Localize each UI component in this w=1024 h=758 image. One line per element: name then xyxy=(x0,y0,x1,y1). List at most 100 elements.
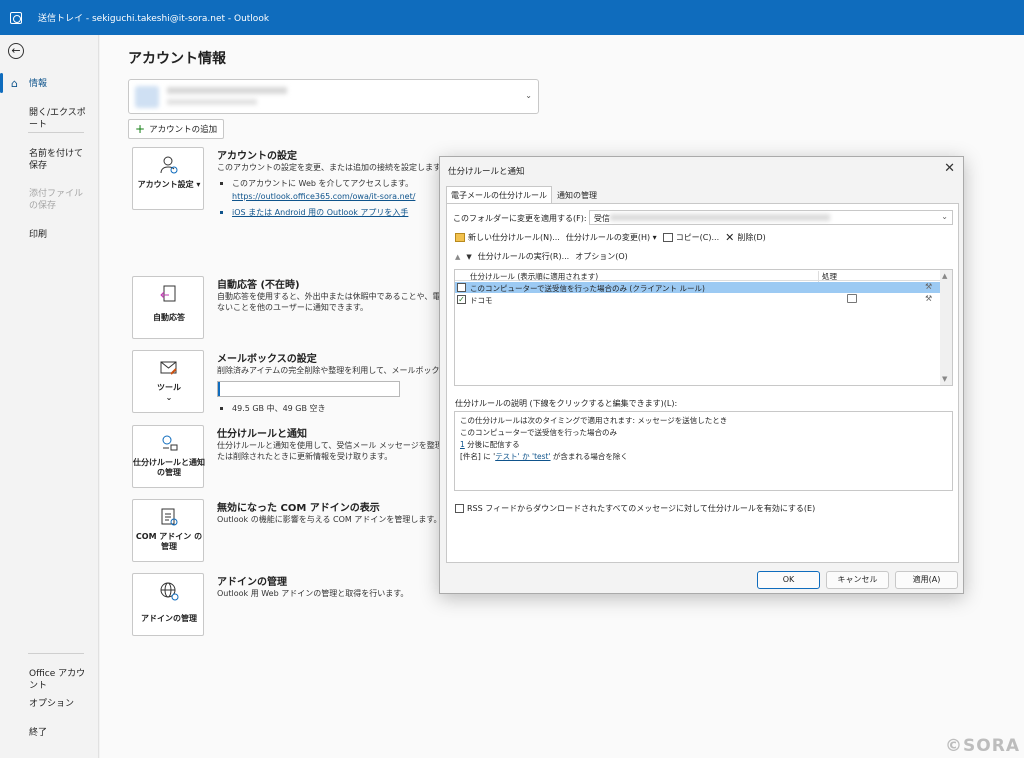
storage-bullet: 49.5 GB 中、49 GB 空き xyxy=(220,403,326,414)
rule-row[interactable]: このコンピューターで送受信を行った場合のみ (クライアント ルール) ⚒ xyxy=(455,282,941,293)
folder-select[interactable]: 受信 ⌄ xyxy=(589,210,953,225)
rss-checkbox[interactable] xyxy=(455,504,464,513)
rules-title: 仕分けルールと通知 xyxy=(217,429,307,440)
description-line: 1 分後に配信する xyxy=(460,440,520,449)
nav-open-export[interactable]: 開く/エクスポート xyxy=(29,107,91,131)
nav-divider xyxy=(28,132,84,133)
outlook-icon xyxy=(10,11,22,24)
copy-rule-button[interactable]: コピー(C)... xyxy=(662,232,719,243)
tools-tile-label: ツール ⌄ xyxy=(157,383,181,402)
nav-options[interactable]: オプション xyxy=(29,698,91,710)
owa-link[interactable]: https://outlook.office365.com/owa/it-sor… xyxy=(232,192,415,201)
delete-rule-button[interactable]: ✕ 削除(D) xyxy=(725,231,766,244)
apply-button[interactable]: 適用(A) xyxy=(895,571,958,589)
com-addins-title: 無効になった COM アドインの表示 xyxy=(217,503,380,514)
tab-email-rules[interactable]: 電子メールの仕分けルール xyxy=(446,186,552,203)
folder-label: このフォルダーに変更を適用する(F): xyxy=(453,214,587,223)
cancel-button[interactable]: キャンセル xyxy=(826,571,889,589)
run-rules-button[interactable]: 仕分けルールの実行(R)... xyxy=(478,251,569,262)
manage-addins-button[interactable]: アドインの管理 xyxy=(132,573,204,636)
new-rule-button[interactable]: 新しい仕分けルール(N)... xyxy=(455,232,560,243)
storage-bar-fill xyxy=(218,382,220,396)
move-up-icon[interactable]: ▲ xyxy=(455,253,460,261)
addins-desc: Outlook 用 Web アドインの管理と取得を行います。 xyxy=(217,589,409,598)
rule-row[interactable]: ✓ ドコモ ⚒ xyxy=(455,294,941,305)
ok-button[interactable]: OK xyxy=(757,571,820,589)
rules-scrollbar[interactable]: ▲ ▼ xyxy=(940,270,952,385)
folder-value-redacted xyxy=(610,214,830,221)
window-title: 送信トレイ - sekiguchi.takeshi@it-sora.net - … xyxy=(38,14,270,24)
rules-desc-1: 仕分けルールと通知を使用して、受信メール メッセージを整理し、 xyxy=(217,441,457,450)
web-access-bullet: このアカウントに Web を介してアクセスします。 xyxy=(220,178,413,189)
rules-list[interactable]: 仕分けルール (表示順に適用されます) 処理 このコンピューターで送受信を行った… xyxy=(454,269,953,386)
email-rules-panel: このフォルダーに変更を適用する(F): 受信 ⌄ 新しい仕分けルール(N)...… xyxy=(446,203,959,563)
backstage-nav: ← ⌂ 情報 開く/エクスポート 名前を付けて保存 添付ファイルの保存 印刷 O… xyxy=(0,35,99,758)
account-name-redacted xyxy=(167,87,287,94)
mailbox-title: メールボックスの設定 xyxy=(217,354,317,365)
auto-reply-desc-2: ないことを他のユーザーに通知できます。 xyxy=(217,303,369,312)
tools-button[interactable]: ツール ⌄ xyxy=(132,350,204,413)
auto-reply-title: 自動応答 (不在時) xyxy=(217,280,300,291)
rule-name: ドコモ xyxy=(470,296,493,305)
person-gear-icon xyxy=(160,156,178,174)
mailbox-tools-icon xyxy=(160,361,177,375)
nav-info[interactable]: 情報 xyxy=(29,78,91,90)
column-rule[interactable]: 仕分けルール (表示順に適用されます) xyxy=(470,271,598,282)
rule-action-icon: ⚒ xyxy=(925,294,933,303)
manage-rules-button[interactable]: 仕分けルールと通知の管理 xyxy=(132,425,205,488)
add-account-label: アカウントの追加 xyxy=(149,125,218,135)
home-icon: ⌂ xyxy=(11,77,18,90)
new-rule-icon xyxy=(455,233,465,242)
account-selector[interactable]: ⌄ xyxy=(128,79,539,114)
nav-exit[interactable]: 終了 xyxy=(29,727,91,739)
rules-desc-2: たは削除されたときに更新情報を受け取ります。 xyxy=(217,452,393,461)
rule-description-label: 仕分けルールの説明 (下線をクリックすると編集できます)(L): xyxy=(455,399,678,408)
title-bar: 送信トレイ - sekiguchi.takeshi@it-sora.net - … xyxy=(0,0,1024,35)
scroll-down-icon[interactable]: ▼ xyxy=(942,375,947,383)
tab-manage-alerts[interactable]: 通知の管理 xyxy=(552,186,602,203)
back-arrow-icon[interactable]: ← xyxy=(8,43,24,59)
change-rule-button[interactable]: 仕分けルールの変更(H) ▾ xyxy=(566,232,657,243)
auto-reply-icon xyxy=(160,285,176,302)
account-settings-button[interactable]: アカウント設定 ▾ xyxy=(132,147,204,210)
globe-gear-icon xyxy=(160,582,179,601)
copy-icon xyxy=(662,233,673,242)
nav-save-attachments[interactable]: 添付ファイルの保存 xyxy=(29,188,91,212)
auto-reply-button[interactable]: 自動応答 xyxy=(132,276,204,339)
account-type-redacted xyxy=(167,99,257,105)
close-icon[interactable]: ✕ xyxy=(944,161,955,176)
rules-alerts-dialog: 仕分けルールと通知 ✕ 電子メールの仕分けルール 通知の管理 このフォルダーに変… xyxy=(439,156,964,594)
rules-list-header: 仕分けルール (表示順に適用されます) 処理 xyxy=(455,270,941,282)
scroll-up-icon[interactable]: ▲ xyxy=(942,272,947,280)
column-action[interactable]: 処理 xyxy=(818,271,837,282)
nav-office-account[interactable]: Office アカウント xyxy=(29,668,91,692)
com-addins-button[interactable]: COM アドイン の管理 xyxy=(132,499,204,562)
addins-title: アドインの管理 xyxy=(217,577,287,588)
move-down-icon[interactable]: ▼ xyxy=(466,253,471,261)
rule-checkbox-checked[interactable]: ✓ xyxy=(457,295,466,304)
account-avatar xyxy=(135,86,159,108)
nav-print[interactable]: 印刷 xyxy=(29,229,91,241)
move-to-folder-icon xyxy=(847,294,857,303)
com-addins-tile-label: COM アドイン の管理 xyxy=(135,532,203,551)
account-settings-tile-label: アカウント設定 ▾ xyxy=(137,180,201,189)
com-addin-icon xyxy=(161,508,178,526)
subject-words-link[interactable]: テスト' か 'test' xyxy=(495,452,550,461)
dialog-title: 仕分けルールと通知 xyxy=(448,167,525,177)
add-account-button[interactable]: + アカウントの追加 xyxy=(128,119,225,139)
nav-save-as[interactable]: 名前を付けて保存 xyxy=(29,148,91,172)
description-line: このコンピューターで送受信を行った場合のみ xyxy=(460,428,618,437)
rule-checkbox[interactable] xyxy=(457,283,466,292)
watermark: ©SORA xyxy=(945,736,1020,756)
rss-label: RSS フィードからダウンロードされたすべてのメッセージに対して仕分けルールを有… xyxy=(467,504,816,513)
chevron-down-icon: ⌄ xyxy=(525,91,532,100)
mobile-app-link[interactable]: iOS または Android 用の Outlook アプリを入手 xyxy=(232,208,408,217)
rule-options-button[interactable]: オプション(O) xyxy=(575,251,628,262)
rules-gear-icon xyxy=(162,435,178,451)
plus-icon: + xyxy=(135,122,146,136)
chevron-down-icon: ⌄ xyxy=(941,212,948,221)
mobile-app-bullet: iOS または Android 用の Outlook アプリを入手 xyxy=(220,207,408,218)
dialog-tabs: 電子メールの仕分けルール 通知の管理 xyxy=(446,186,602,203)
active-indicator xyxy=(0,73,3,93)
rss-rules-option[interactable]: RSS フィードからダウンロードされたすべてのメッセージに対して仕分けルールを有… xyxy=(455,503,815,514)
